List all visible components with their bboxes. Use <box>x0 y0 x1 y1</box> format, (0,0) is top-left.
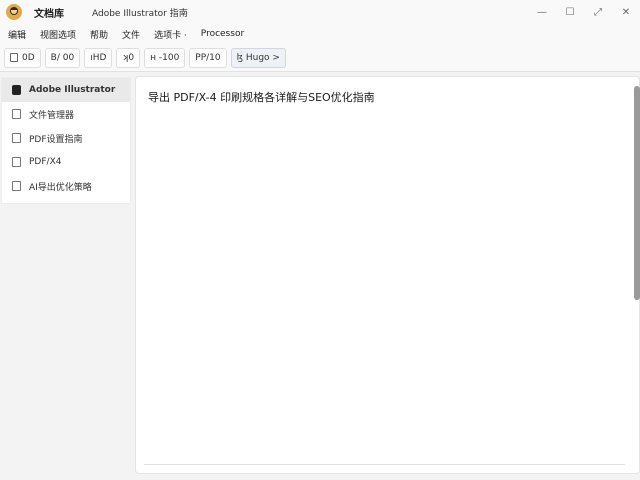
scrollbar[interactable] <box>634 86 640 456</box>
toolbar-button-5-label: PP/10 <box>195 52 221 63</box>
play-document-icon <box>12 157 21 167</box>
document-icon <box>12 181 21 191</box>
menu-bar: 编辑 视图选项 帮助 文件 选项卡 · Processor <box>0 24 640 44</box>
app-logo-icon <box>6 4 22 20</box>
document-icon <box>12 109 21 119</box>
main-content: 导出 PDF/X-4 印刷规格各详解与SEO优化指南 <box>135 76 640 474</box>
toolbar-button-3-label: ʞ0 <box>122 52 135 63</box>
toolbar: 0D B/ 00 ıHD ʞ0 ʜ -100 PP/10 ɮ Hugo > <box>0 44 640 72</box>
window-title: Adobe Illustrator 指南 <box>92 8 188 19</box>
menu-edit[interactable]: 编辑 <box>4 28 30 41</box>
toolbar-button-3[interactable]: ʞ0 <box>116 47 141 68</box>
toolbar-button-1[interactable]: B/ 00 <box>44 47 81 68</box>
sidebar-item-label: 文件管理器 <box>29 110 75 121</box>
restore-button[interactable]: ⤢ <box>584 0 612 24</box>
toolbar-button-2[interactable]: ıHD <box>84 47 113 68</box>
menu-processor[interactable]: Processor <box>197 29 248 39</box>
toolbar-button-4-label: ʜ -100 <box>150 52 180 63</box>
sidebar-item-pdf-settings[interactable]: PDF设置指南 <box>2 126 130 150</box>
minimize-button[interactable]: — <box>528 0 556 24</box>
toolbar-button-4[interactable]: ʜ -100 <box>144 47 186 68</box>
toolbar-button-6-label: ɮ Hugo > <box>236 52 280 63</box>
menu-help[interactable]: 帮助 <box>86 28 112 41</box>
page-title: 导出 PDF/X-4 印刷规格各详解与SEO优化指南 <box>148 91 375 104</box>
toolbar-button-2-label: ıHD <box>90 52 107 63</box>
sidebar-item-label: Adobe Illustrator <box>29 85 116 95</box>
maximize-button[interactable]: ☐ <box>556 0 584 24</box>
document-icon <box>12 133 21 143</box>
close-button[interactable]: ✕ <box>612 0 640 24</box>
ai-app-icon <box>12 85 21 95</box>
toolbar-button-1-label: B/ 00 <box>50 52 75 63</box>
sidebar: Adobe Illustrator 文件管理器 PDF设置指南 PDF/X4 A… <box>1 77 131 204</box>
sidebar-item-label: PDF设置指南 <box>29 134 83 145</box>
toolbar-button-6[interactable]: ɮ Hugo > <box>230 47 286 68</box>
sidebar-item-pdfx4[interactable]: PDF/X4 <box>2 150 130 174</box>
sidebar-item-illustrator[interactable]: Adobe Illustrator <box>2 78 130 102</box>
menu-tabs[interactable]: 选项卡 · <box>150 28 191 41</box>
sidebar-item-file-manager[interactable]: 文件管理器 <box>2 102 130 126</box>
document-icon <box>10 53 18 62</box>
divider <box>144 464 625 465</box>
menu-view-options[interactable]: 视图选项 <box>36 28 80 41</box>
toolbar-button-0[interactable]: 0D <box>4 47 41 68</box>
scrollbar-thumb[interactable] <box>634 86 640 300</box>
toolbar-button-5[interactable]: PP/10 <box>189 47 227 68</box>
toolbar-button-0-label: 0D <box>22 52 35 63</box>
sidebar-item-label: AI导出优化策略 <box>29 182 92 193</box>
sidebar-item-label: PDF/X4 <box>29 157 62 167</box>
app-name: 文档库 <box>34 8 64 20</box>
title-bar: 文档库 Adobe Illustrator 指南 — ☐ ⤢ ✕ <box>0 0 640 24</box>
window-controls: — ☐ ⤢ ✕ <box>528 0 640 24</box>
sidebar-item-ai-export[interactable]: AI导出优化策略 <box>2 174 130 198</box>
menu-file[interactable]: 文件 <box>118 28 144 41</box>
